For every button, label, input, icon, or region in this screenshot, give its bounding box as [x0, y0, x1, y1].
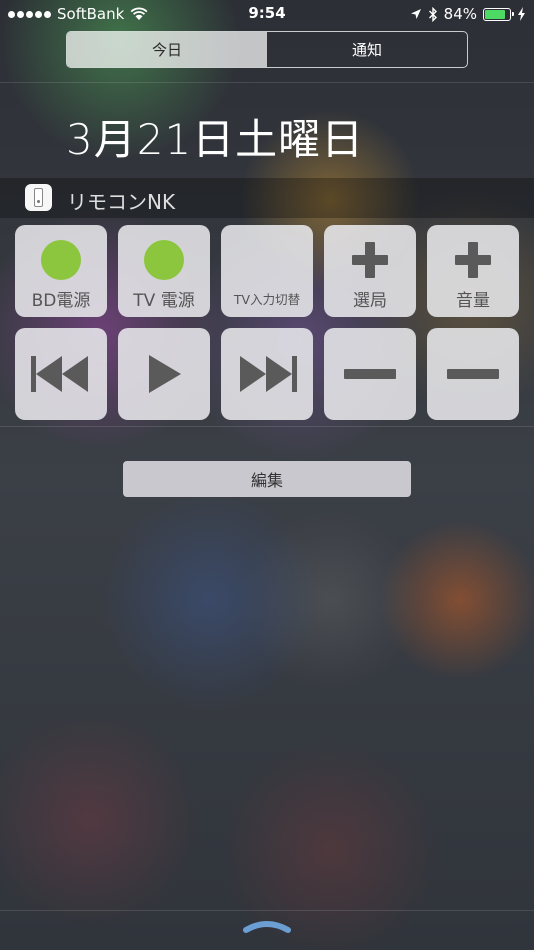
battery-icon — [483, 7, 514, 21]
charging-bolt-icon — [518, 7, 525, 21]
green-dot-icon — [144, 240, 184, 280]
channel-up-button[interactable]: 選局 — [324, 225, 416, 317]
divider — [0, 82, 534, 83]
status-bar: SoftBank 9:54 84% — [0, 0, 534, 28]
tab-notifications[interactable]: 通知 — [267, 32, 467, 67]
bluetooth-icon — [428, 6, 437, 22]
chevron-up-grabber-icon[interactable] — [243, 918, 291, 934]
button-label: BD電源 — [31, 291, 91, 311]
tab-today[interactable]: 今日 — [67, 32, 267, 67]
volume-up-button[interactable]: 音量 — [427, 225, 519, 317]
channel-down-button[interactable] — [324, 328, 416, 420]
minus-icon — [344, 369, 396, 379]
skip-back-button[interactable] — [15, 328, 107, 420]
edit-button[interactable]: 編集 — [123, 461, 411, 497]
divider — [0, 426, 534, 427]
button-label: 音量 — [456, 291, 490, 311]
green-dot-icon — [41, 240, 81, 280]
location-arrow-icon — [410, 9, 421, 19]
volume-down-button[interactable] — [427, 328, 519, 420]
skip-forward-button[interactable] — [221, 328, 313, 420]
skip-back-icon — [31, 356, 88, 392]
button-label: TV 電源 — [133, 291, 195, 311]
tv-power-button[interactable]: TV 電源 — [118, 225, 210, 317]
today-notifications-segmented-control: 今日 通知 — [66, 31, 468, 68]
date-heading: 3月21日土曜日 — [66, 115, 365, 164]
button-label: 選局 — [353, 291, 387, 311]
play-icon — [149, 355, 181, 393]
button-label: TV入力切替 — [233, 292, 301, 307]
minus-icon — [447, 369, 499, 379]
skip-forward-icon — [240, 356, 297, 392]
battery-level-fill — [485, 9, 505, 19]
battery-percent: 84% — [443, 5, 477, 23]
play-button[interactable] — [118, 328, 210, 420]
remote-app-icon — [25, 184, 52, 211]
widget-header[interactable]: リモコンNK — [0, 178, 534, 218]
widget-title: リモコンNK — [67, 190, 176, 214]
bd-power-button[interactable]: BD電源 — [15, 225, 107, 317]
divider — [0, 910, 534, 911]
tv-input-switch-button[interactable]: TV入力切替 — [221, 225, 313, 317]
